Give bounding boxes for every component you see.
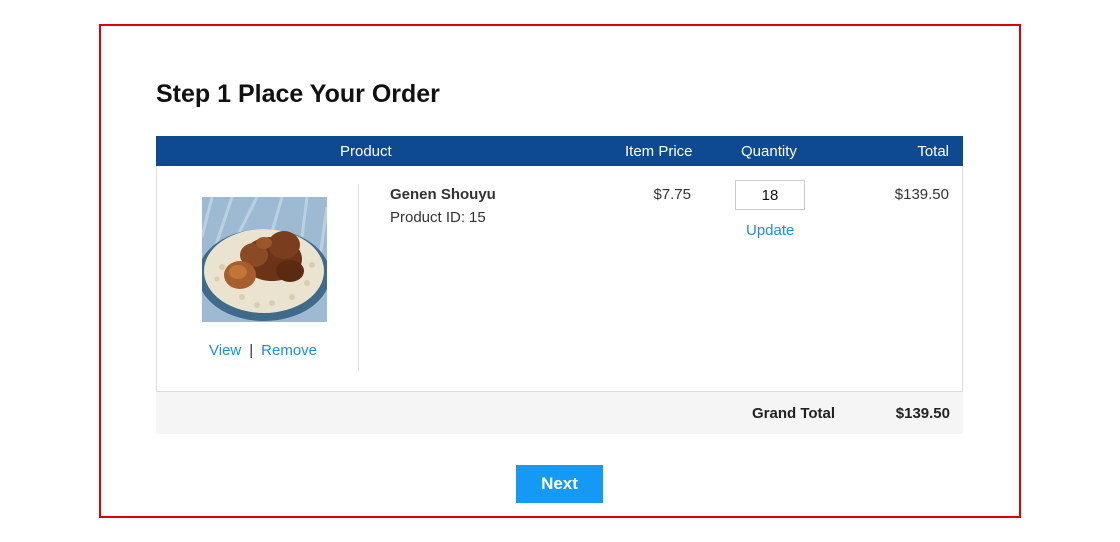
food-photo-icon: [202, 197, 327, 322]
column-header-product: Product: [340, 143, 392, 160]
item-price: $7.75: [653, 186, 691, 203]
column-header-item-price: Item Price: [625, 143, 693, 160]
product-id-label: Product ID:: [390, 209, 466, 226]
row-total: $139.50: [894, 186, 949, 203]
column-header-total: Total: [917, 143, 949, 160]
item-links: View | Remove: [209, 342, 317, 359]
grand-total-bar: Grand Total $139.50: [156, 392, 963, 434]
column-header-quantity: Quantity: [741, 143, 797, 160]
page-title: Step 1 Place Your Order: [156, 80, 440, 108]
cart-row: View | Remove Genen Shouyu Product ID: 15 $…: [156, 166, 963, 392]
product-id-value: 15: [469, 209, 486, 226]
grand-total-label: Grand Total: [752, 405, 836, 422]
quantity-input[interactable]: [735, 180, 805, 210]
next-button[interactable]: Next: [516, 465, 603, 503]
product-image[interactable]: [202, 197, 327, 322]
update-link[interactable]: Update: [746, 222, 794, 239]
product-name: Genen Shouyu: [390, 186, 496, 203]
product-id: Product ID: 15: [390, 209, 486, 226]
grand-total-value: $139.50: [895, 405, 950, 422]
column-divider: [358, 184, 359, 371]
cart-table-header: Product Item Price Quantity Total: [156, 136, 963, 167]
remove-link[interactable]: Remove: [261, 342, 317, 359]
link-separator: |: [249, 342, 254, 359]
view-link[interactable]: View: [209, 342, 241, 359]
